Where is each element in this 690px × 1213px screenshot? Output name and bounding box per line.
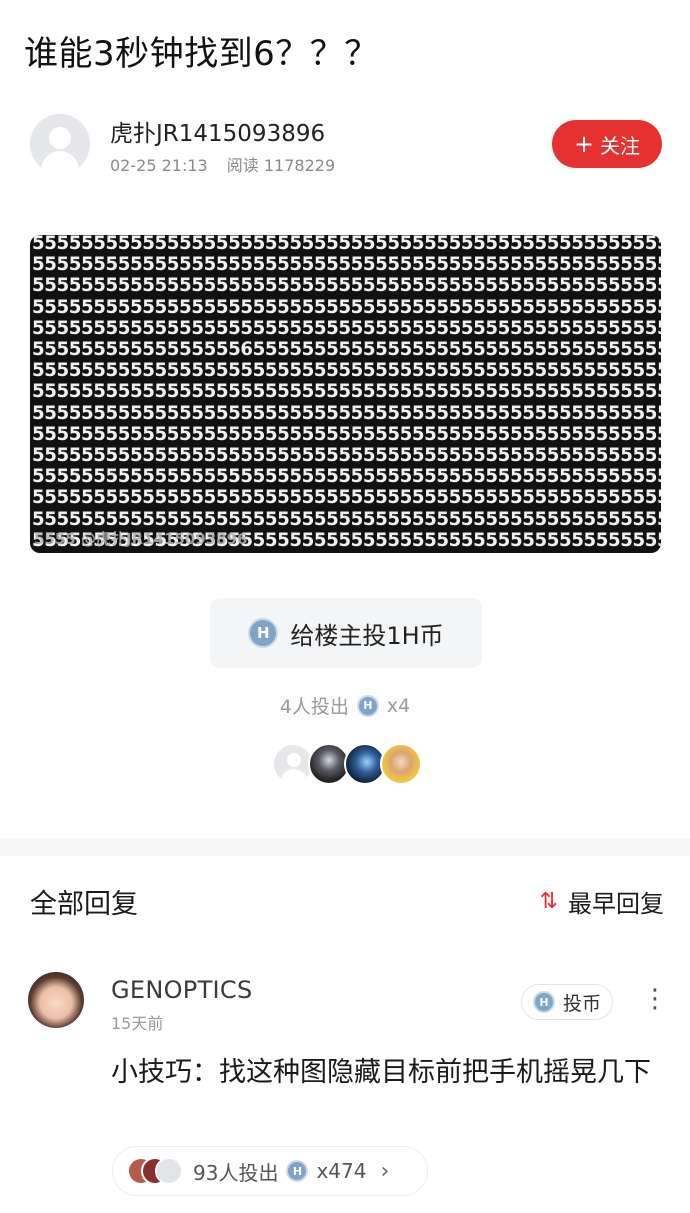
comment-time: 15天前 <box>111 1014 164 1033</box>
replies-title: 全部回复 <box>30 889 138 920</box>
post-date: 02-25 21:13 <box>110 156 208 175</box>
follow-label: 关注 <box>600 133 641 158</box>
coin-count-suffix: x4 <box>386 694 411 717</box>
comment-coin-label: 投币 <box>562 992 601 1015</box>
avatar-head-shape <box>49 127 71 149</box>
replies-header: 全部回复 ⇅ 最早回复 <box>30 880 664 920</box>
post-meta: 02-25 21:13 阅读 1178229 <box>110 152 349 176</box>
author-name[interactable]: 虎扑JR1415093896 <box>110 114 325 148</box>
sort-icon: ⇅ <box>539 888 558 914</box>
puzzle-image[interactable]: 5555555555555555555555555555555555555555… <box>30 235 661 553</box>
sort-label: 最早回复 <box>568 890 664 918</box>
chevron-right-icon: › <box>380 1158 390 1184</box>
h-coin-icon: H <box>532 991 555 1013</box>
comment-coin-button[interactable]: H 投币 <box>521 984 613 1020</box>
voter-avatar <box>380 743 422 785</box>
coin-voters[interactable] <box>272 743 422 785</box>
comment-votes-summary[interactable]: 93人投出 H x474 › <box>112 1146 428 1196</box>
avatar-body-shape <box>281 769 307 783</box>
h-coin-icon: H <box>248 618 279 648</box>
h-coin-icon: H <box>356 694 379 717</box>
tip-coin-button[interactable]: H 给楼主投1H币 <box>210 598 482 668</box>
tip-coin-label: 给楼主投1H币 <box>290 621 444 650</box>
author-row: 虎扑JR1415093896 02-25 21:13 阅读 1178229 + … <box>30 112 662 176</box>
coin-count-prefix: 4人投出 <box>279 696 349 718</box>
avatar-body-shape <box>41 151 79 174</box>
puzzle-digit-grid: 5555555555555555555555555555555555555555… <box>32 235 661 551</box>
sort-button[interactable]: ⇅ 最早回复 <box>540 884 664 919</box>
post-title: 谁能3秒钟找到6？？？ <box>24 34 379 74</box>
section-divider <box>0 838 690 856</box>
plus-icon: + <box>573 130 595 158</box>
coin-count-summary[interactable]: 4人投出 H x4 <box>0 692 690 719</box>
comment-text: 小技巧：找这种图隐藏目标前把手机摇晃几下 <box>111 1057 651 1088</box>
follow-button[interactable]: + 关注 <box>552 120 662 168</box>
read-count: 阅读 1178229 <box>226 156 336 175</box>
image-watermark: 5555 @虎扑JR1415093896 <box>34 530 248 548</box>
comment-voter-avatars <box>127 1157 185 1185</box>
h-coin-icon: H <box>286 1160 309 1182</box>
commenter-avatar[interactable] <box>28 972 84 1028</box>
commenter-name[interactable]: GENOPTICS <box>111 976 253 1004</box>
avatar-head-shape <box>287 753 301 767</box>
comment-votes-prefix: 93人投出 <box>193 1160 279 1185</box>
comment-votes-suffix: x474 <box>316 1159 367 1183</box>
author-avatar[interactable] <box>30 114 90 174</box>
more-icon[interactable]: ⋮ <box>642 986 668 1012</box>
voter-avatar <box>155 1157 183 1185</box>
